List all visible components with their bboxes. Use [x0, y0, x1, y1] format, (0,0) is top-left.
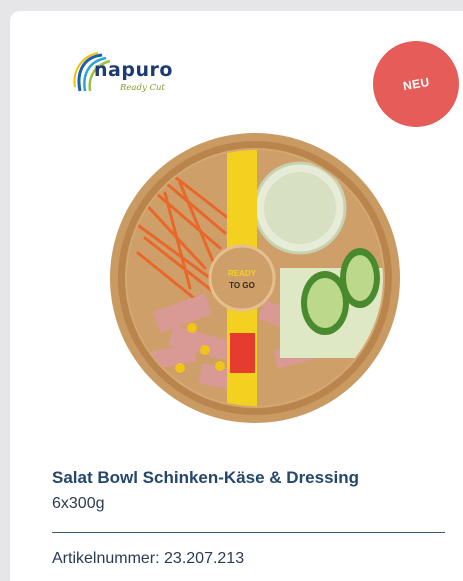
brand-tagline: Ready Cut [120, 83, 165, 93]
brand-name: napuro [94, 59, 173, 81]
product-title[interactable]: Salat Bowl Schinken-Käse & Dressing [52, 468, 359, 488]
new-badge-label: NEU [401, 74, 431, 94]
band-togo-text: TO GO [229, 281, 255, 290]
band-ready-text: READY [228, 269, 257, 278]
product-quantity: 6x300g [52, 495, 105, 512]
new-badge: NEU [373, 41, 459, 127]
product-image[interactable]: READY TO GO [110, 128, 400, 428]
product-card[interactable]: napuro Ready Cut NEU READY TO GO Salat B… [10, 11, 463, 581]
article-number: Artikelnummer: 23.207.213 [52, 550, 245, 567]
salad-bowl-image: READY TO GO [110, 133, 400, 423]
napuro-logo: napuro Ready Cut [72, 51, 192, 101]
divider [52, 532, 445, 533]
